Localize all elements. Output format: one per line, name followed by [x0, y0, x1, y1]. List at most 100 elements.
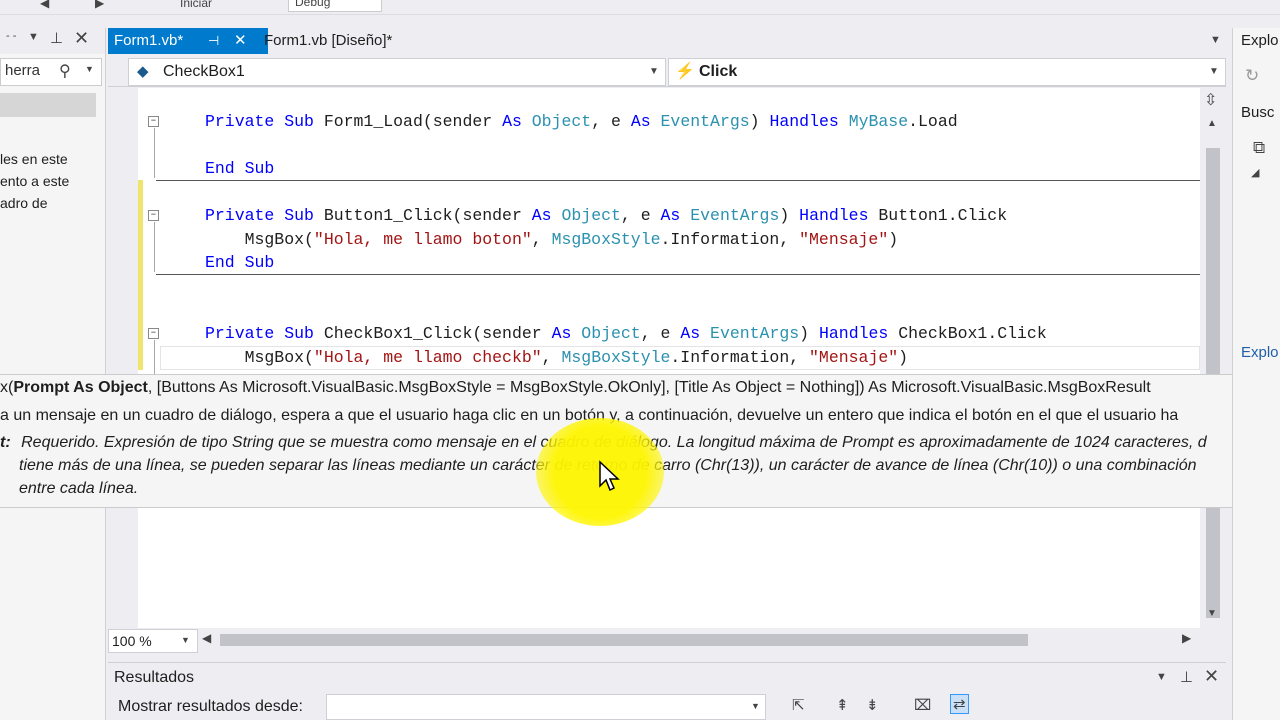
file-icon[interactable]: ⧉ [1253, 138, 1265, 158]
code-token: Form1_Load(sender [323, 112, 503, 131]
chevron-down-icon[interactable]: ▼ [649, 59, 659, 85]
outline-line [154, 128, 155, 178]
code-token: Handles [799, 206, 879, 225]
tab-label: Form1.vb* [114, 32, 184, 49]
explorer-tab-label[interactable]: Explo [1241, 344, 1279, 361]
code-token: MsgBox( [205, 230, 314, 249]
event-select[interactable]: ⚡ Click ▼ [668, 58, 1226, 86]
code-token: Object [531, 112, 592, 131]
zoom-value: 100 % [112, 633, 152, 649]
code-editor[interactable]: − Private Sub Form1_Load(sender As Objec… [108, 88, 1226, 628]
pin-icon[interactable]: ⊥ [1180, 668, 1193, 686]
pin-icon[interactable]: ⊥ [50, 29, 63, 47]
code-token: , [541, 348, 562, 367]
chevron-down-icon[interactable]: ▼ [1209, 59, 1219, 85]
tab-form1-design[interactable]: Form1.vb [Diseño]* [258, 28, 450, 54]
code-token: EventArgs [690, 206, 780, 225]
code-line[interactable]: End Sub [205, 253, 274, 272]
signature-rest: , [Buttons As Microsoft.VisualBasic.MsgB… [147, 379, 1151, 396]
dropdown-icon[interactable]: ▼ [1156, 671, 1167, 683]
navigation-bar: ◆ CheckBox1 ▼ ⚡ Click ▼ [108, 56, 1226, 87]
chevron-down-icon[interactable]: ▼ [751, 701, 760, 711]
code-line[interactable]: MsgBox("Hola, me llamo checkb", MsgBoxSt… [205, 348, 908, 367]
mouse-cursor-icon [599, 460, 620, 492]
forward-icon[interactable]: ▶ [95, 0, 104, 10]
dropdown-icon[interactable]: ▼ [28, 31, 39, 43]
explorer-search[interactable]: Busc [1241, 104, 1274, 121]
param-label: t: [0, 434, 11, 451]
object-select[interactable]: ◆ CheckBox1 ▼ [128, 58, 666, 86]
code-token: MyBase [848, 112, 909, 131]
close-icon[interactable]: ✕ [74, 28, 89, 49]
code-token: ) [898, 348, 909, 367]
outline-line [154, 222, 155, 272]
editor-status-row: 100 % ▼ ◀ ▶ [108, 628, 1226, 653]
code-token: As [680, 324, 711, 343]
chevron-down-icon[interactable]: ▼ [85, 64, 94, 74]
find-message-icon[interactable]: ⇱ [792, 696, 805, 714]
signature-prefix: x( [0, 379, 14, 396]
tab-list-dropdown-icon[interactable]: ▼ [1210, 34, 1221, 46]
expand-icon[interactable]: ◢ [1251, 166, 1259, 179]
code-token: Sub [284, 206, 324, 225]
pin-icon[interactable]: ⊣ [208, 28, 219, 54]
solution-explorer-panel: Explo ↻ Busc ⧉ ◢ Explo [1232, 28, 1280, 720]
scroll-right-icon[interactable]: ▶ [1182, 631, 1191, 645]
word-wrap-icon[interactable]: ⇄ [950, 694, 969, 714]
code-token: CheckBox1_Click(sender [323, 324, 552, 343]
code-token: Object [561, 206, 621, 225]
split-icon[interactable]: ⇳ [1204, 90, 1217, 110]
code-line[interactable]: Private Sub Button1_Click(sender As Obje… [205, 206, 1007, 225]
previous-message-icon[interactable]: ⇞ [836, 696, 849, 714]
toolbox-search-input[interactable]: herra [5, 62, 40, 79]
outline-line [154, 340, 155, 374]
zoom-select[interactable]: 100 % ▼ [108, 629, 198, 653]
code-token: As [531, 206, 562, 225]
code-line[interactable]: End Sub [205, 159, 274, 178]
results-title: Resultados [114, 669, 195, 686]
code-token: "Mensaje" [809, 348, 899, 367]
search-icon[interactable]: ⚲ [59, 61, 71, 81]
chevron-down-icon[interactable]: ▼ [181, 635, 190, 645]
code-token: ) [888, 230, 899, 249]
horizontal-scrollbar-thumb[interactable] [220, 634, 1028, 646]
code-token: Handles [769, 112, 849, 131]
configuration-select[interactable]: Debug [288, 0, 382, 12]
tab-form1-vb[interactable]: Form1.vb* ⊣ ✕ [108, 28, 268, 54]
code-token: As [551, 324, 582, 343]
results-source-select[interactable]: ▼ [326, 694, 766, 720]
code-token: Private [205, 324, 285, 343]
tooltip-param-line: entre cada línea. [19, 480, 139, 497]
start-button[interactable]: Iniciar [180, 0, 212, 10]
code-line[interactable]: Private Sub CheckBox1_Click(sender As Ob… [205, 324, 1047, 343]
collapse-toggle[interactable]: − [148, 328, 159, 339]
back-icon[interactable]: ◀ [40, 0, 49, 10]
code-token: End [205, 253, 245, 272]
code-token: , e [591, 112, 631, 131]
toolbox-description-line: adro de [0, 195, 48, 211]
scroll-down-icon[interactable]: ▼ [1207, 608, 1217, 619]
scroll-up-icon[interactable]: ▲ [1207, 118, 1217, 129]
toolbox-description-line: ento a este [0, 173, 70, 189]
next-message-icon[interactable]: ⇟ [866, 696, 879, 714]
refresh-icon[interactable]: ↻ [1245, 66, 1259, 86]
collapse-toggle[interactable]: − [148, 116, 159, 127]
code-token: Object [581, 324, 641, 343]
object-select-value: CheckBox1 [163, 63, 245, 80]
code-line[interactable]: Private Sub Form1_Load(sender As Object,… [205, 112, 958, 131]
code-token: MsgBoxStyle [561, 348, 671, 367]
code-token: "Hola, me llamo boton" [313, 230, 532, 249]
code-token: Handles [818, 324, 899, 343]
collapse-toggle[interactable]: − [148, 210, 159, 221]
clear-all-icon[interactable]: ⌧ [914, 696, 931, 714]
close-icon[interactable]: ✕ [1204, 666, 1219, 687]
lightning-icon: ⚡ [675, 63, 695, 80]
code-token: EventArgs [710, 324, 800, 343]
change-marker [138, 180, 143, 370]
vertical-scrollbar[interactable]: ⇳ ▲ ▼ [1200, 88, 1226, 628]
toolbox-search-box[interactable]: herra ⚲ ▼ [0, 58, 102, 86]
scroll-left-icon[interactable]: ◀ [202, 631, 211, 645]
tooltip-signature: x(Prompt As Object, [Buttons As Microsof… [0, 379, 1151, 397]
code-line[interactable]: MsgBox("Hola, me llamo boton", MsgBoxSty… [205, 230, 899, 249]
close-tab-icon[interactable]: ✕ [234, 28, 247, 54]
